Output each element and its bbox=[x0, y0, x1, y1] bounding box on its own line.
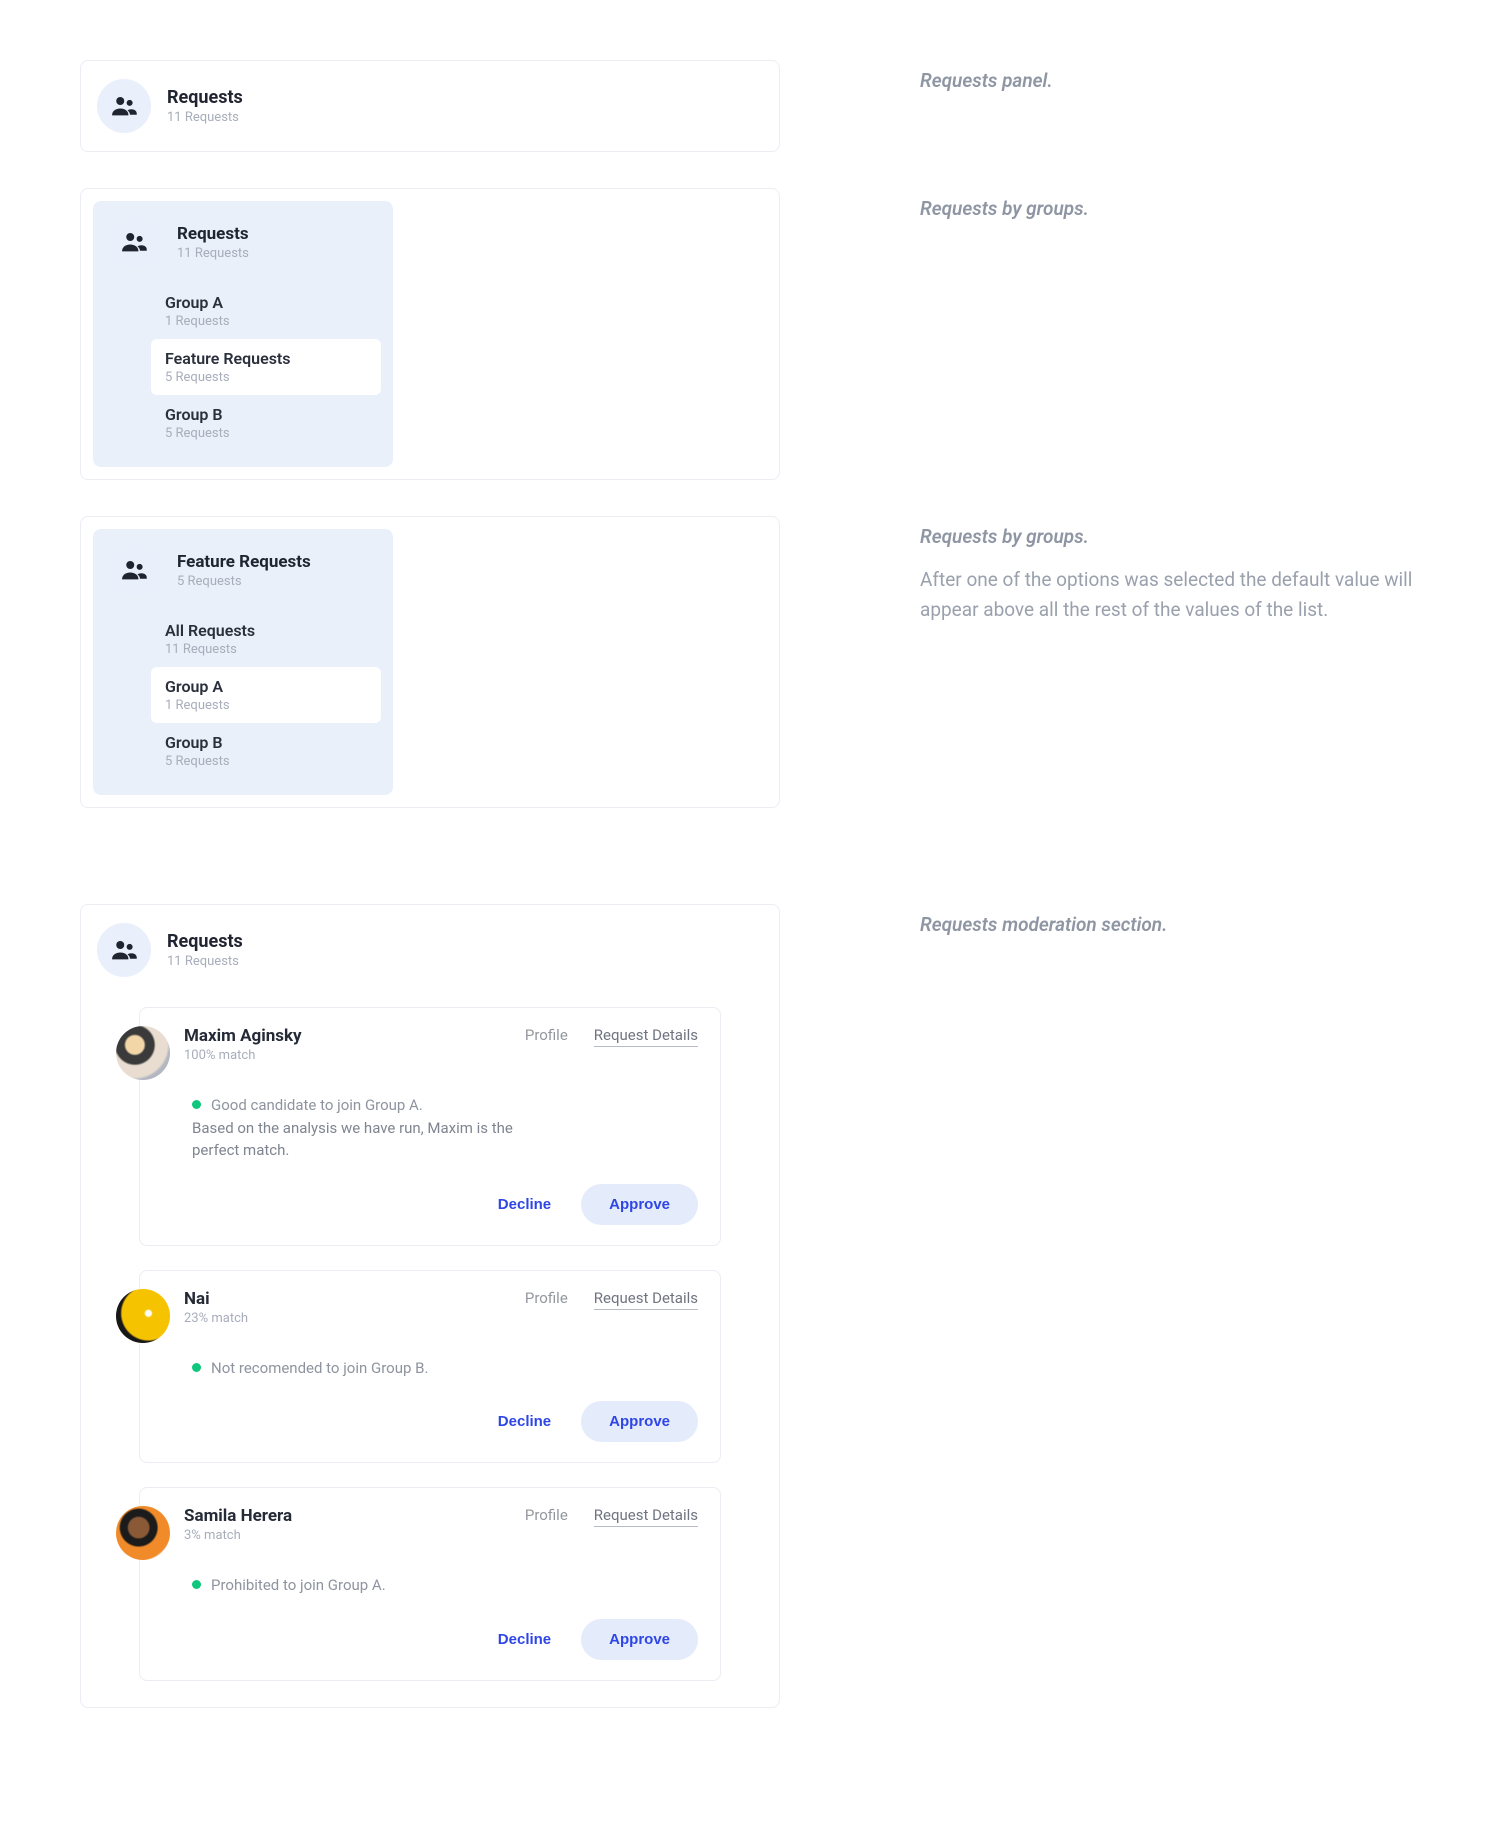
approve-button[interactable]: Approve bbox=[581, 1184, 698, 1225]
group-list: Group A 1 Requests Feature Requests 5 Re… bbox=[105, 277, 381, 451]
requests-header[interactable]: Feature Requests 5 Requests bbox=[105, 541, 381, 605]
caption-section-3: Requests by groups. After one of the opt… bbox=[920, 516, 1420, 624]
group-item-group-b[interactable]: Group B 5 Requests bbox=[151, 723, 381, 779]
request-name: Samila Herera bbox=[184, 1506, 292, 1526]
group-item-title: Group B bbox=[165, 405, 367, 424]
status-dot-icon bbox=[192, 1580, 201, 1589]
people-icon bbox=[97, 79, 151, 133]
requests-title: Feature Requests bbox=[177, 552, 311, 572]
group-item-title: Group B bbox=[165, 733, 367, 752]
group-item-title: Feature Requests bbox=[165, 349, 367, 368]
requests-title: Requests bbox=[167, 87, 243, 108]
caption-section-2: Requests by groups. bbox=[920, 188, 1420, 237]
avatar[interactable] bbox=[116, 1026, 170, 1080]
requests-moderation-card: Requests 11 Requests Maxim Aginsky 100% … bbox=[80, 904, 780, 1708]
request-details-link[interactable]: Request Details bbox=[594, 1289, 698, 1310]
requests-title: Requests bbox=[177, 224, 249, 244]
request-card: Samila Herera 3% match Profile Request D… bbox=[139, 1487, 721, 1681]
caption-section-4: Requests moderation section. bbox=[920, 904, 1420, 953]
avatar[interactable] bbox=[116, 1289, 170, 1343]
request-match: 100% match bbox=[184, 1048, 302, 1063]
request-summary: Good candidate to join Group A. Based on… bbox=[162, 1094, 522, 1162]
status-dot-icon bbox=[192, 1100, 201, 1109]
moderation-list: Maxim Aginsky 100% match Profile Request… bbox=[93, 983, 767, 1695]
request-card: Nai 23% match Profile Request Details No… bbox=[139, 1270, 721, 1464]
requests-header[interactable]: Requests 11 Requests bbox=[105, 213, 381, 277]
requests-subtitle: 11 Requests bbox=[167, 954, 243, 969]
people-icon bbox=[97, 923, 151, 977]
request-match: 23% match bbox=[184, 1311, 248, 1326]
requests-header[interactable]: Requests 11 Requests bbox=[93, 73, 767, 139]
group-item-sub: 11 Requests bbox=[165, 642, 367, 657]
request-match: 3% match bbox=[184, 1528, 292, 1543]
requests-groups-selected-card: Feature Requests 5 Requests All Requests… bbox=[80, 516, 780, 808]
decline-button[interactable]: Decline bbox=[498, 1196, 551, 1213]
group-item-sub: 1 Requests bbox=[165, 314, 367, 329]
profile-link[interactable]: Profile bbox=[525, 1506, 568, 1524]
request-name: Maxim Aginsky bbox=[184, 1026, 302, 1046]
group-item-group-a[interactable]: Group A 1 Requests bbox=[151, 667, 381, 723]
request-summary: Prohibited to join Group A. bbox=[162, 1574, 522, 1597]
requests-groups-card: Requests 11 Requests Group A 1 Requests … bbox=[80, 188, 780, 480]
requests-subtitle: 11 Requests bbox=[167, 110, 243, 125]
group-item-all-requests[interactable]: All Requests 11 Requests bbox=[151, 611, 381, 667]
requests-group-panel: Requests 11 Requests Group A 1 Requests … bbox=[93, 201, 393, 467]
requests-subtitle: 11 Requests bbox=[177, 246, 249, 261]
requests-header[interactable]: Requests 11 Requests bbox=[93, 917, 767, 983]
approve-button[interactable]: Approve bbox=[581, 1619, 698, 1660]
request-details-link[interactable]: Request Details bbox=[594, 1506, 698, 1527]
group-item-group-b[interactable]: Group B 5 Requests bbox=[151, 395, 381, 451]
approve-button[interactable]: Approve bbox=[581, 1401, 698, 1442]
request-summary: Not recomended to join Group B. bbox=[162, 1357, 522, 1380]
profile-link[interactable]: Profile bbox=[525, 1026, 568, 1044]
group-item-feature-requests[interactable]: Feature Requests 5 Requests bbox=[151, 339, 381, 395]
people-icon bbox=[107, 543, 161, 597]
decline-button[interactable]: Decline bbox=[498, 1631, 551, 1648]
group-item-sub: 5 Requests bbox=[165, 754, 367, 769]
status-dot-icon bbox=[192, 1363, 201, 1372]
group-list: All Requests 11 Requests Group A 1 Reque… bbox=[105, 605, 381, 779]
group-item-title: All Requests bbox=[165, 621, 367, 640]
people-icon bbox=[107, 215, 161, 269]
group-item-group-a[interactable]: Group A 1 Requests bbox=[151, 283, 381, 339]
decline-button[interactable]: Decline bbox=[498, 1413, 551, 1430]
request-details-link[interactable]: Request Details bbox=[594, 1026, 698, 1047]
requests-title: Requests bbox=[167, 931, 243, 952]
caption-section-1: Requests panel. bbox=[920, 60, 1420, 109]
request-name: Nai bbox=[184, 1289, 248, 1309]
requests-panel-card: Requests 11 Requests bbox=[80, 60, 780, 152]
requests-subtitle: 5 Requests bbox=[177, 574, 311, 589]
group-item-sub: 5 Requests bbox=[165, 426, 367, 441]
group-item-sub: 1 Requests bbox=[165, 698, 367, 713]
group-item-title: Group A bbox=[165, 677, 367, 696]
group-item-title: Group A bbox=[165, 293, 367, 312]
profile-link[interactable]: Profile bbox=[525, 1289, 568, 1307]
request-card: Maxim Aginsky 100% match Profile Request… bbox=[139, 1007, 721, 1246]
group-item-sub: 5 Requests bbox=[165, 370, 367, 385]
avatar[interactable] bbox=[116, 1506, 170, 1560]
requests-group-panel: Feature Requests 5 Requests All Requests… bbox=[93, 529, 393, 795]
